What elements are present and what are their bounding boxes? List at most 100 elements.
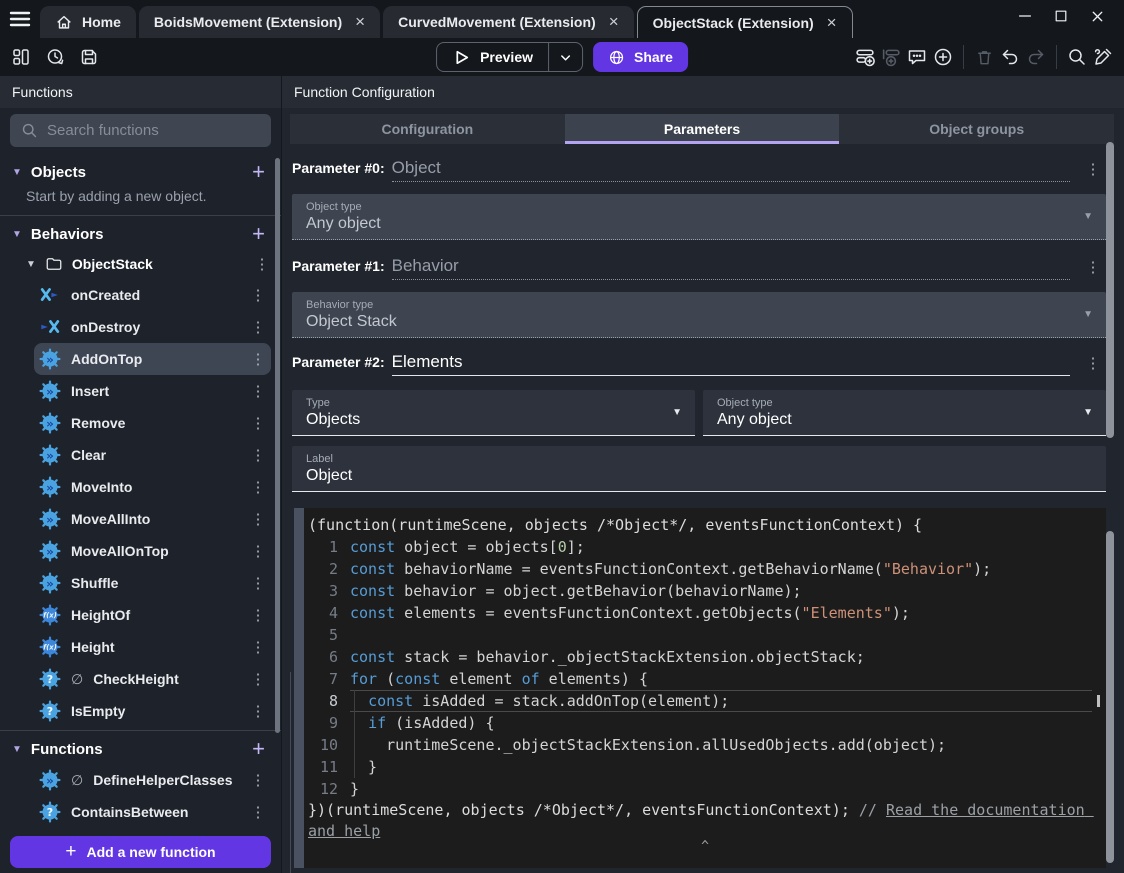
item-menu-icon[interactable]: ⋮: [247, 446, 269, 464]
minimize-button[interactable]: [1014, 5, 1036, 27]
label-input[interactable]: Label Object: [292, 446, 1106, 492]
parameter-menu-icon[interactable]: ⋮: [1082, 160, 1104, 178]
parameter-menu-icon[interactable]: ⋮: [1082, 354, 1104, 372]
section-functions[interactable]: ▼ Functions +: [0, 734, 281, 764]
section-behaviors[interactable]: ▼ Behaviors +: [0, 219, 281, 249]
item-menu-icon[interactable]: ⋮: [247, 542, 269, 560]
chevron-down-icon[interactable]: ▼: [12, 229, 22, 240]
folder-objectstack[interactable]: ▼ ObjectStack ⋮: [0, 249, 281, 279]
code-line-9[interactable]: 9 if (isAdded) {: [308, 712, 1092, 734]
item-menu-icon[interactable]: ⋮: [247, 414, 269, 432]
tab-curvedmovement-extension[interactable]: CurvedMovement (Extension) ×: [383, 6, 634, 38]
tab-home[interactable]: Home: [40, 6, 136, 38]
sidebar-item-checkheight[interactable]: ? ∅ CheckHeight ⋮: [34, 663, 271, 695]
code-line-10[interactable]: 10 runtimeScene._objectStackExtension.al…: [308, 734, 1092, 756]
code-line-2[interactable]: 2 const behaviorName = eventsFunctionCont…: [308, 558, 1092, 580]
item-menu-icon[interactable]: ⋮: [247, 771, 269, 789]
add-function-section-button[interactable]: +: [252, 738, 265, 760]
sidebar-item-heightof[interactable]: f(x) HeightOf ⋮: [34, 599, 271, 631]
tab-boidsmovement-extension[interactable]: BoidsMovement (Extension) ×: [138, 6, 381, 38]
add-behavior-button[interactable]: +: [252, 223, 265, 245]
item-menu-icon[interactable]: ⋮: [247, 350, 269, 368]
item-menu-icon[interactable]: ⋮: [247, 318, 269, 336]
search-box[interactable]: [10, 114, 271, 147]
close-tab-icon[interactable]: ×: [609, 12, 619, 32]
code-line-1[interactable]: 1 const object = objects[0];: [308, 536, 1092, 558]
maximize-button[interactable]: [1050, 5, 1072, 27]
sidebar-item-moveinto[interactable]: » MoveInto ⋮: [34, 471, 271, 503]
code-line-11[interactable]: 11 }: [308, 756, 1092, 778]
item-menu-icon[interactable]: ⋮: [247, 382, 269, 400]
item-menu-icon[interactable]: ⋮: [247, 286, 269, 304]
item-menu-icon[interactable]: ⋮: [247, 638, 269, 656]
edit-extension-icon[interactable]: [1090, 44, 1116, 70]
search-icon[interactable]: [1064, 44, 1090, 70]
scrollbar-thumb[interactable]: [1106, 531, 1114, 863]
tab-configuration[interactable]: Configuration: [290, 114, 565, 144]
sidebar-item-containsbetween[interactable]: ? ContainsBetween ⋮: [34, 796, 271, 828]
search-input[interactable]: [47, 122, 260, 139]
add-circle-icon[interactable]: [930, 44, 956, 70]
chevron-down-icon[interactable]: ▼: [12, 744, 22, 755]
object-type-select[interactable]: Object type Any object ▼: [292, 194, 1106, 240]
type-select[interactable]: Type Objects ▼: [292, 390, 695, 436]
item-menu-icon[interactable]: ⋮: [247, 803, 269, 821]
code-line-12[interactable]: 12}: [308, 778, 1092, 800]
close-button[interactable]: [1086, 5, 1108, 27]
folder-menu-icon[interactable]: ⋮: [251, 255, 273, 273]
sidebar-item-ondestroy[interactable]: onDestroy ⋮: [34, 311, 271, 343]
item-menu-icon[interactable]: ⋮: [247, 510, 269, 528]
trash-icon[interactable]: [971, 44, 997, 70]
section-objects[interactable]: ▼ Objects +: [0, 157, 281, 187]
history-icon[interactable]: [42, 44, 68, 70]
undo-icon[interactable]: [997, 44, 1023, 70]
sidebar-item-oncreated[interactable]: onCreated ⋮: [34, 279, 271, 311]
hamburger-menu-icon[interactable]: [0, 0, 40, 38]
add-event-icon[interactable]: [852, 44, 878, 70]
scrollbar-thumb[interactable]: [275, 158, 280, 733]
parameter-name-input[interactable]: Elements: [391, 352, 1070, 376]
close-tab-icon[interactable]: ×: [827, 13, 837, 33]
tab-objectstack-extension[interactable]: ObjectStack (Extension) ×: [636, 6, 853, 38]
scrollbar-thumb[interactable]: [1106, 142, 1114, 438]
sidebar-item-moveallontop[interactable]: » MoveAllOnTop ⋮: [34, 535, 271, 567]
layout-icon[interactable]: [8, 44, 34, 70]
item-menu-icon[interactable]: ⋮: [247, 478, 269, 496]
add-new-function-button[interactable]: + Add a new function: [10, 836, 271, 868]
redo-icon[interactable]: [1023, 44, 1049, 70]
code-line-8[interactable]: 8 const isAdded = stack.addOnTop(element…: [308, 690, 1092, 712]
sidebar-item-remove[interactable]: » Remove ⋮: [34, 407, 271, 439]
preview-options-button[interactable]: [549, 43, 582, 71]
add-object-button[interactable]: +: [252, 161, 265, 183]
code-line-4[interactable]: 4 const elements = eventsFunctionContext.…: [308, 602, 1092, 624]
editor-drag-handle[interactable]: [294, 508, 304, 868]
tab-object-groups[interactable]: Object groups: [839, 114, 1115, 144]
parameter-menu-icon[interactable]: ⋮: [1082, 258, 1104, 276]
object-type-select[interactable]: Object type Any object ▼: [703, 390, 1106, 436]
save-icon[interactable]: [76, 44, 102, 70]
chevron-down-icon[interactable]: ▼: [12, 167, 22, 178]
sidebar-item-shuffle[interactable]: » Shuffle ⋮: [34, 567, 271, 599]
code-line-6[interactable]: 6 const stack = behavior._objectStackExte…: [308, 646, 1092, 668]
code-line-7[interactable]: 7 for (const element of elements) {: [308, 668, 1092, 690]
item-menu-icon[interactable]: ⋮: [247, 606, 269, 624]
chevron-down-icon[interactable]: ▼: [26, 259, 36, 270]
parameter-name-input[interactable]: Object: [391, 158, 1070, 182]
code-line-3[interactable]: 3 const behavior = object.getBehavior(beh…: [308, 580, 1092, 602]
preview-button[interactable]: Preview: [436, 42, 584, 72]
code-line-5[interactable]: 5: [308, 624, 1092, 646]
share-button[interactable]: Share: [593, 42, 688, 72]
parameter-name-input[interactable]: Behavior: [391, 256, 1070, 280]
item-menu-icon[interactable]: ⋮: [247, 702, 269, 720]
add-sub-event-icon[interactable]: [878, 44, 904, 70]
behavior-type-select[interactable]: Behavior type Object Stack ▼: [292, 292, 1106, 338]
sidebar-item-insert[interactable]: » Insert ⋮: [34, 375, 271, 407]
tab-parameters[interactable]: Parameters: [564, 114, 840, 144]
sidebar-item-moveallinto[interactable]: » MoveAllInto ⋮: [34, 503, 271, 535]
sidebar-item-definehelperclasses[interactable]: » ∅ DefineHelperClasses ⋮: [34, 764, 271, 796]
code-editor[interactable]: (function(runtimeScene, objects /*Object…: [304, 508, 1106, 868]
sidebar-item-clear[interactable]: » Clear ⋮: [34, 439, 271, 471]
sidebar-item-height[interactable]: f(x) Height ⋮: [34, 631, 271, 663]
sidebar-item-addontop[interactable]: » AddOnTop ⋮: [34, 343, 271, 375]
add-comment-icon[interactable]: [904, 44, 930, 70]
